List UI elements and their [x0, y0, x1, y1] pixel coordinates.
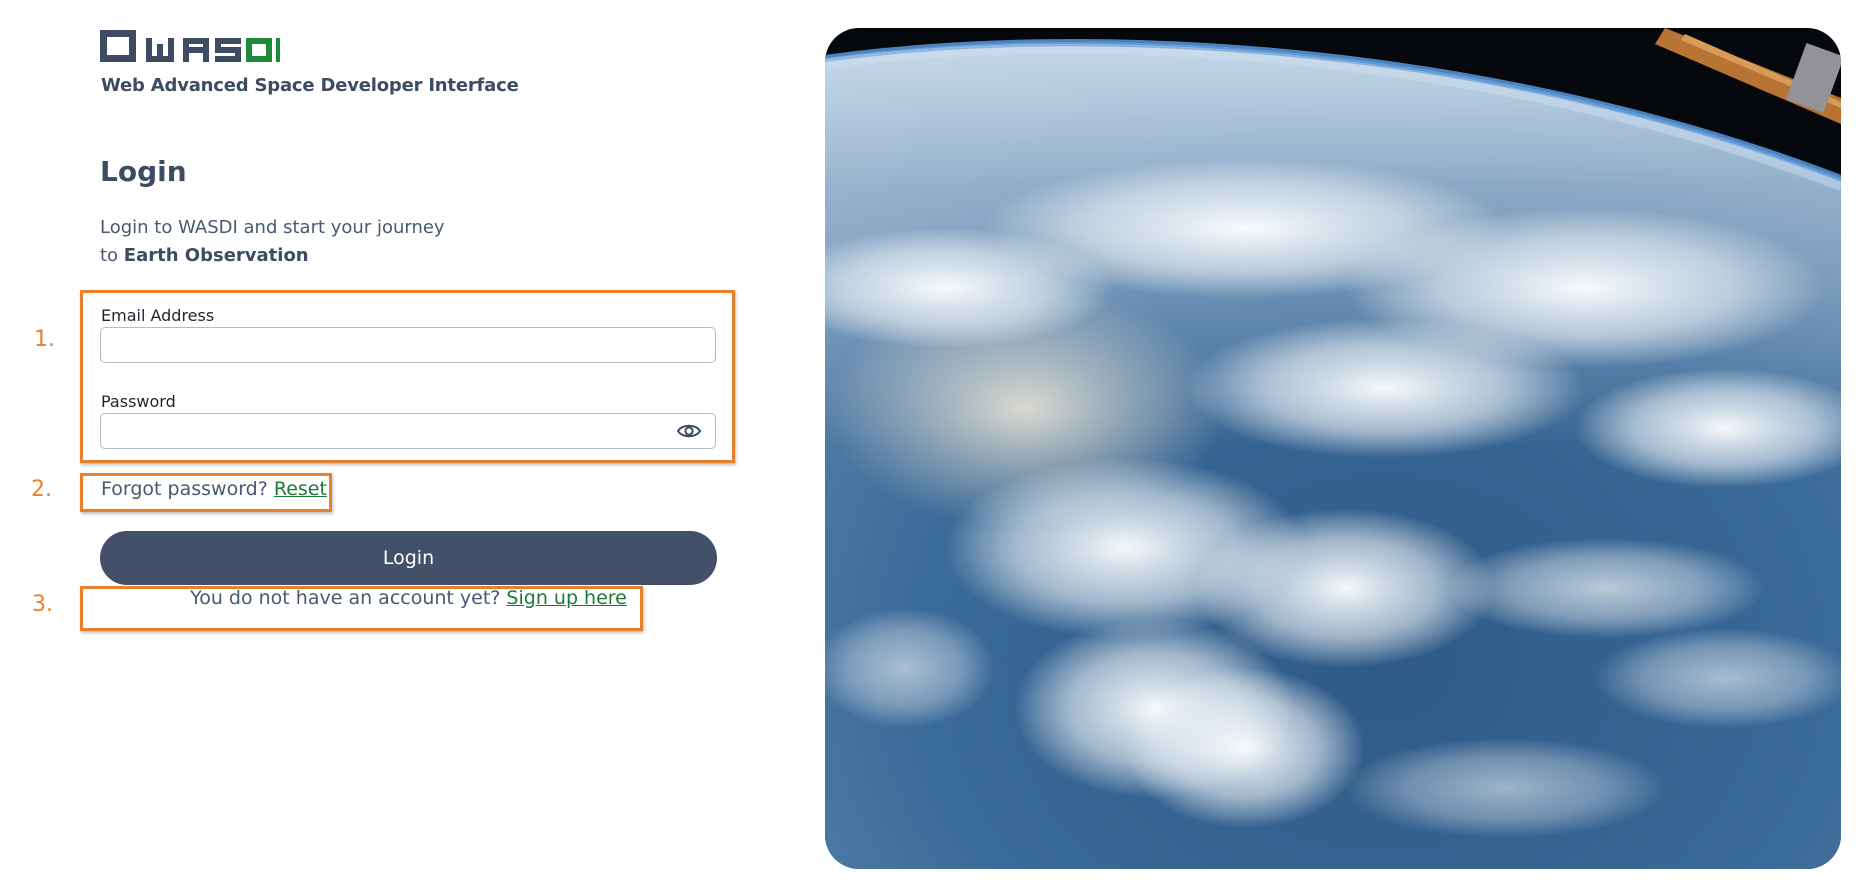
annotation-label-3: 3.	[32, 592, 53, 617]
subtitle-bold: Earth Observation	[123, 245, 309, 266]
subtitle-prefix: to	[100, 245, 124, 266]
earth-image	[825, 28, 1841, 869]
page-title: Login	[100, 155, 187, 188]
annotation-box-3	[80, 586, 643, 631]
annotation-label-2: 2.	[31, 477, 52, 502]
annotation-box-2	[80, 473, 332, 512]
wasdi-logo	[100, 30, 280, 64]
wasdi-logo-mark	[100, 30, 280, 62]
subtitle-line1: Login to WASDI and start your journey	[100, 217, 445, 238]
annotation-box-1	[80, 290, 735, 463]
login-button[interactable]: Login	[100, 531, 717, 585]
annotation-label-1: 1.	[34, 327, 55, 352]
tagline: Web Advanced Space Developer Interface	[101, 75, 519, 96]
login-subtitle: Login to WASDI and start your journey to…	[100, 214, 445, 270]
